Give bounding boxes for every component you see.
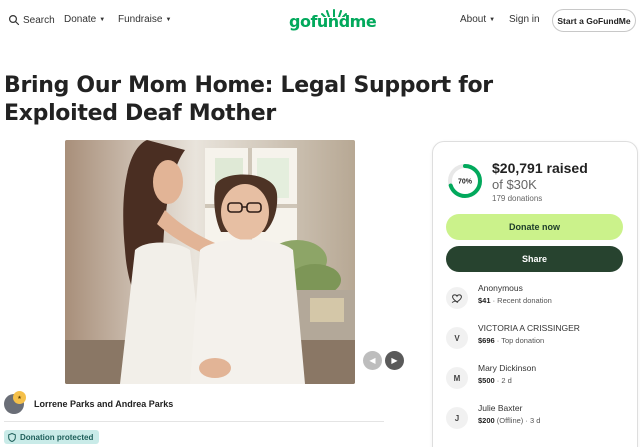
- about-menu[interactable]: About ▼: [460, 14, 495, 25]
- campaign-title: Bring Our Mom Home: Legal Support for Ex…: [4, 73, 493, 126]
- about-menu-label: About: [460, 14, 487, 25]
- donation-amount: $200: [478, 416, 495, 425]
- divider: [4, 421, 384, 422]
- organizer-avatar: ★: [4, 391, 26, 414]
- donation-meta: $696 · Top donation: [478, 336, 544, 345]
- donation-item: V VICTORIA A CRISSINGER $696 · Top donat…: [446, 323, 626, 351]
- donate-menu-label: Donate: [64, 14, 97, 25]
- donation-meta: $200 (Offline) · 3 d: [478, 416, 540, 425]
- donate-now-button[interactable]: Donate now: [446, 214, 623, 240]
- donation-note: (Offline) · 3 d: [494, 416, 541, 425]
- donation-note: · Recent donation: [490, 296, 552, 305]
- organizer-names: Lorrene Parks and Andrea Parks: [34, 399, 174, 409]
- protected-label: Donation protected: [20, 432, 94, 442]
- search-icon: [8, 14, 20, 26]
- donor-name: Julie Baxter: [478, 403, 523, 413]
- donor-initial: V: [446, 327, 468, 349]
- carousel-prev-button[interactable]: ◀: [363, 351, 382, 370]
- donate-menu[interactable]: Donate ▼: [64, 14, 105, 25]
- chevron-left-icon: ◀: [369, 356, 376, 365]
- caret-down-icon: ▼: [489, 16, 496, 23]
- amount-raised: $20,791 raised: [492, 160, 588, 176]
- carousel-next-button[interactable]: ▶: [385, 351, 404, 370]
- progress-ring: 70%: [448, 164, 482, 198]
- donor-name: Anonymous: [478, 283, 523, 293]
- donation-protected-badge[interactable]: Donation protected: [4, 430, 100, 444]
- search-label: Search: [23, 14, 55, 26]
- start-gofundme-button[interactable]: Start a GoFundMe: [552, 9, 636, 32]
- donation-meta: $41 · Recent donation: [478, 296, 552, 305]
- avatar-badge: ★: [13, 391, 26, 404]
- donor-initial: M: [446, 367, 468, 389]
- donation-item: M Mary Dickinson $500 · 2 d: [446, 363, 626, 391]
- share-button[interactable]: Share: [446, 246, 623, 272]
- donation-note: · Top donation: [494, 336, 545, 345]
- donor-initial: J: [446, 407, 468, 429]
- fundraise-menu-label: Fundraise: [118, 14, 163, 25]
- sprout-icon: [321, 9, 347, 17]
- gofundme-logo[interactable]: gofundme: [289, 9, 377, 31]
- donation-item: J Julie Baxter $200 (Offline) · 3 d: [446, 403, 626, 431]
- donation-count: 179 donations: [492, 194, 543, 203]
- donation-amount: $696: [478, 336, 495, 345]
- signin-label: Sign in: [509, 14, 540, 25]
- caret-down-icon: ▼: [99, 16, 106, 23]
- organizer-row[interactable]: ★ Lorrene Parks and Andrea Parks: [4, 391, 174, 414]
- donation-amount: $41: [478, 296, 491, 305]
- campaign-photo[interactable]: [65, 140, 355, 384]
- donation-amount: $500: [478, 376, 495, 385]
- photo-illustration: [65, 140, 355, 384]
- donation-meta: $500 · 2 d: [478, 376, 512, 385]
- progress-percent: 70%: [458, 179, 473, 186]
- search-link[interactable]: Search: [8, 14, 55, 26]
- goal-amount: of $30K: [492, 177, 537, 192]
- top-navigation: Search Donate ▼ Fundraise ▼ gofundme Abo…: [0, 0, 640, 42]
- caret-down-icon: ▼: [165, 16, 172, 23]
- donor-name: VICTORIA A CRISSINGER: [478, 323, 580, 333]
- chevron-right-icon: ▶: [391, 356, 398, 365]
- heart-hand-icon: [446, 287, 468, 309]
- fundraise-menu[interactable]: Fundraise ▼: [118, 14, 171, 25]
- donation-item: Anonymous $41 · Recent donation: [446, 283, 626, 311]
- donation-note: · 2 d: [494, 376, 512, 385]
- shield-icon: [8, 432, 16, 442]
- donor-name: Mary Dickinson: [478, 363, 537, 373]
- signin-link[interactable]: Sign in: [509, 14, 540, 25]
